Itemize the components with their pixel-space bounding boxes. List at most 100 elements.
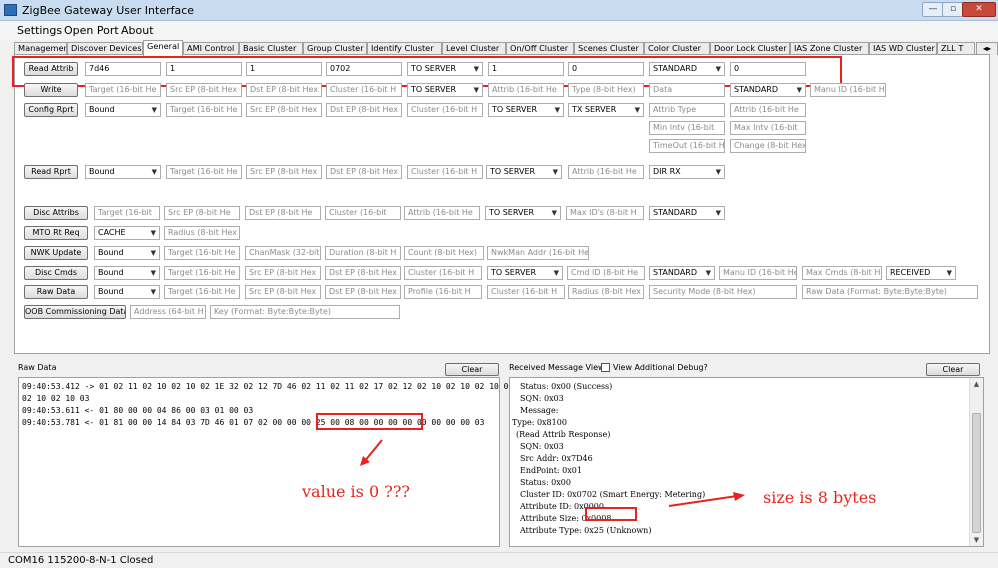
config-rprt-button[interactable]: Config Rprt	[24, 103, 78, 117]
config-rprt-attrib[interactable]: Attrib (16-bit He	[730, 103, 806, 117]
write-dst-ep[interactable]: Dst EP (8-bit Hex	[246, 83, 322, 97]
disc-cmds-max-cmds[interactable]: Max Cmds (8-bit He	[802, 266, 882, 280]
write-manu-id[interactable]: Manu ID (16-bit H	[810, 83, 886, 97]
disc-attribs-dst-ep[interactable]: Dst EP (8-bit He	[245, 206, 321, 220]
nwk-update-button[interactable]: NWK Update	[24, 246, 88, 260]
raw-data-profile[interactable]: Profile (16-bit H	[404, 285, 482, 299]
disc-cmds-mode-select[interactable]: STANDARD ▼	[649, 266, 715, 280]
scroll-up-icon[interactable]: ▲	[970, 378, 983, 390]
scroll-down-icon[interactable]: ▼	[970, 534, 983, 546]
config-rprt-bound-select[interactable]: Bound ▼	[85, 103, 161, 117]
read-rprt-dir-rx: DIR RX	[653, 167, 681, 176]
write-cluster[interactable]: Cluster (16-bit H	[326, 83, 402, 97]
menu-settings[interactable]: Settings	[17, 24, 62, 37]
config-rprt-tx-select[interactable]: TX SERVER ▼	[568, 103, 644, 117]
oob-commissioning-button[interactable]: OOB Commissioning Data	[24, 305, 126, 319]
nwk-update-duration[interactable]: Duration (8-bit H	[325, 246, 401, 260]
raw-data-dst-ep[interactable]: Dst EP (8-bit Hex	[325, 285, 401, 299]
read-rprt-attrib[interactable]: Attrib (16-bit He	[568, 165, 644, 179]
write-src-ep[interactable]: Src EP (8-bit Hex	[166, 83, 242, 97]
debug-checkbox[interactable]	[601, 363, 610, 372]
menu-open-port[interactable]: Open Port	[64, 24, 119, 37]
raw-data-payload[interactable]: Raw Data (Format: Byte:Byte:Byte)	[802, 285, 978, 299]
config-rprt-change[interactable]: Change (8-bit Hex	[730, 139, 806, 153]
write-type[interactable]: Type (8-bit Hex)	[568, 83, 644, 97]
maximize-button[interactable]: ▫	[942, 2, 964, 17]
rx-line: Src Addr: 0x7D46	[520, 454, 593, 463]
read-rprt-src-ep[interactable]: Src EP (8-bit Hex	[246, 165, 322, 179]
received-message-view[interactable]: Status: 0x00 (Success) SQN: 0x03 Message…	[509, 377, 984, 547]
raw-clear-button[interactable]: Clear	[445, 363, 499, 376]
write-target[interactable]: Target (16-bit He	[85, 83, 161, 97]
config-rprt-target[interactable]: Target (16-bit He	[166, 103, 242, 117]
nwk-update-bound: Bound	[98, 248, 124, 257]
write-mode-select[interactable]: STANDARD ▼	[730, 83, 806, 97]
mto-cache-select[interactable]: CACHE ▼	[94, 226, 160, 240]
read-rprt-target[interactable]: Target (16-bit He	[166, 165, 242, 179]
write-direction-select[interactable]: TO SERVER ▼	[407, 83, 483, 97]
config-rprt-src-ep[interactable]: Src EP (8-bit Hex	[246, 103, 322, 117]
raw-data-log[interactable]: 09:40:53.412 -> 01 02 11 02 10 02 10 02 …	[18, 377, 557, 547]
config-rprt-dst-ep[interactable]: Dst EP (8-bit Hex	[326, 103, 402, 117]
disc-attribs-mode-select[interactable]: STANDARD ▼	[649, 206, 725, 220]
disc-attribs-attrib[interactable]: Attrib (16-bit He	[404, 206, 480, 220]
disc-cmds-received: RECEIVED	[890, 268, 931, 277]
raw-data-target[interactable]: Target (16-bit He	[164, 285, 240, 299]
write-data[interactable]: Data	[649, 83, 725, 97]
read-rprt-button[interactable]: Read Rprt	[24, 165, 78, 179]
disc-attribs-max-ids[interactable]: Max ID's (8-bit H	[566, 206, 644, 220]
disc-cmds-cluster[interactable]: Cluster (16-bit H	[404, 266, 482, 280]
config-rprt-direction-select[interactable]: TO SERVER ▼	[488, 103, 564, 117]
read-rprt-cluster[interactable]: Cluster (16-bit H	[407, 165, 483, 179]
disc-attribs-button[interactable]: Disc Attribs	[24, 206, 88, 220]
config-rprt-max-intv[interactable]: Max Intv (16-bit	[730, 121, 806, 135]
config-rprt-min-intv[interactable]: Min Intv (16-bit	[649, 121, 725, 135]
disc-attribs-cluster[interactable]: Cluster (16-bit	[325, 206, 401, 220]
write-button[interactable]: Write	[24, 83, 78, 97]
tab-general[interactable]: General	[143, 40, 183, 56]
oob-key[interactable]: Key (Format: Byte:Byte:Byte)	[210, 305, 400, 319]
close-button[interactable]: ✕	[962, 2, 996, 17]
raw-data-button[interactable]: Raw Data	[24, 285, 88, 299]
mto-radius[interactable]: Radius (8-bit Hex	[164, 226, 240, 240]
raw-data-src-ep[interactable]: Src EP (8-bit Hex	[245, 285, 321, 299]
disc-cmds-manu-id[interactable]: Manu ID (16-bit He	[719, 266, 797, 280]
scroll-thumb[interactable]	[972, 413, 981, 533]
minimize-button[interactable]: —	[922, 2, 944, 17]
nwk-update-target[interactable]: Target (16-bit He	[164, 246, 240, 260]
disc-cmds-button[interactable]: Disc Cmds	[24, 266, 88, 280]
config-rprt-timeout[interactable]: TimeOut (16-bit H	[649, 139, 725, 153]
nwk-update-chanmask[interactable]: ChanMask (32-bit	[245, 246, 321, 260]
nwk-update-count[interactable]: Count (8-bit Hex)	[404, 246, 484, 260]
disc-cmds-cmd-id[interactable]: Cmd ID (8-bit He	[567, 266, 645, 280]
read-rprt-dst-ep[interactable]: Dst EP (8-bit Hex	[326, 165, 402, 179]
raw-data-radius[interactable]: Radius (8-bit Hex	[568, 285, 644, 299]
rx-scrollbar[interactable]: ▲ ▼	[969, 378, 983, 546]
disc-cmds-received-select[interactable]: RECEIVED ▼	[886, 266, 956, 280]
mto-rt-req-button[interactable]: MTO Rt Req	[24, 226, 88, 240]
rx-clear-button[interactable]: Clear	[926, 363, 980, 376]
nwk-update-bound-select[interactable]: Bound ▼	[94, 246, 160, 260]
read-rprt-bound-select[interactable]: Bound ▼	[85, 165, 161, 179]
disc-attribs-target[interactable]: Target (16-bit	[94, 206, 160, 220]
disc-cmds-direction-select[interactable]: TO SERVER ▼	[487, 266, 563, 280]
config-rprt-attrib-type[interactable]: Attrib Type	[649, 103, 725, 117]
raw-data-bound-select[interactable]: Bound ▼	[94, 285, 160, 299]
raw-data-cluster[interactable]: Cluster (16-bit H	[487, 285, 565, 299]
window-title: ZigBee Gateway User Interface	[22, 4, 195, 17]
size-highlight-box	[585, 507, 637, 521]
read-rprt-dir-rx-select[interactable]: DIR RX ▼	[649, 165, 725, 179]
disc-attribs-direction-select[interactable]: TO SERVER ▼	[485, 206, 561, 220]
oob-address[interactable]: Address (64-bit H	[130, 305, 206, 319]
write-attrib[interactable]: Attrib (16-bit He	[488, 83, 564, 97]
disc-cmds-target[interactable]: Target (16-bit He	[164, 266, 240, 280]
read-rprt-direction-select[interactable]: TO SERVER ▼	[486, 165, 562, 179]
nwk-update-nwkman-addr[interactable]: NwkMan Addr (16-bit He	[487, 246, 589, 260]
disc-cmds-bound-select[interactable]: Bound ▼	[94, 266, 160, 280]
disc-attribs-src-ep[interactable]: Src EP (8-bit He	[164, 206, 240, 220]
disc-cmds-src-ep[interactable]: Src EP (8-bit Hex	[245, 266, 321, 280]
config-rprt-cluster[interactable]: Cluster (16-bit H	[407, 103, 483, 117]
disc-cmds-dst-ep[interactable]: Dst EP (8-bit Hex	[325, 266, 401, 280]
menu-about[interactable]: About	[121, 24, 154, 37]
raw-data-security-mode[interactable]: Security Mode (8-bit Hex)	[649, 285, 797, 299]
